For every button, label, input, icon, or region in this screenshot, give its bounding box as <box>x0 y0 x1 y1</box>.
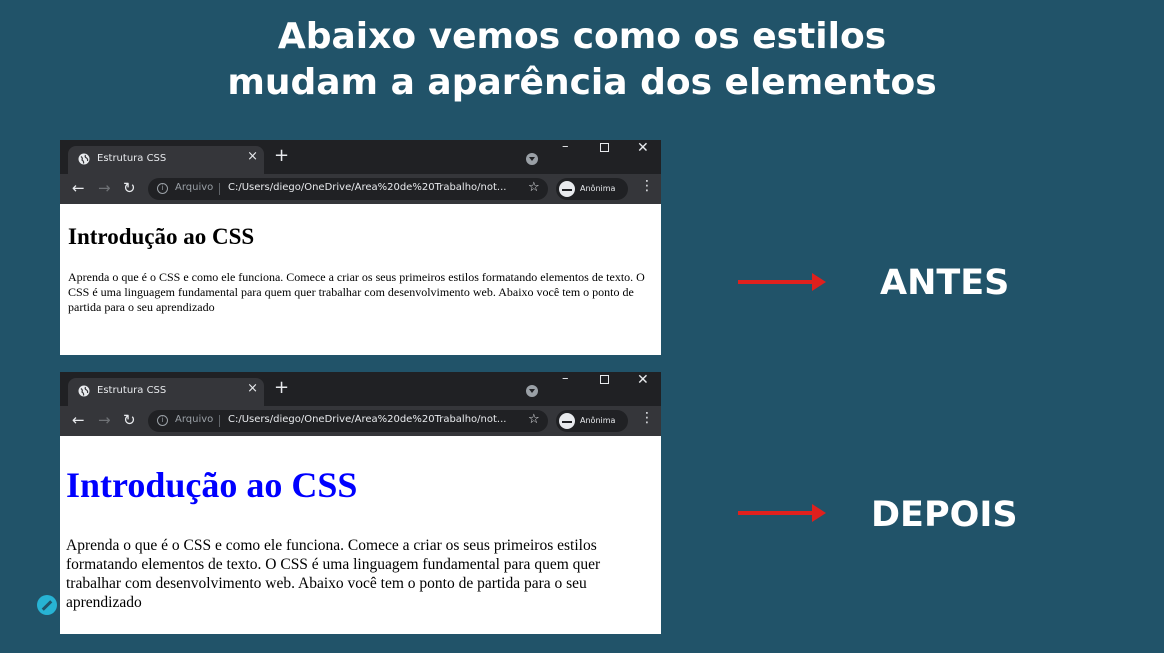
tab-estrutura-css[interactable]: Estrutura CSS × <box>68 378 264 406</box>
browser-window-before: Estrutura CSS × + – ✕ ← → ↻ Arquivo C:/U… <box>60 140 661 355</box>
address-bar[interactable]: Arquivo C:/Users/diego/OneDrive/Área%20d… <box>148 410 548 432</box>
tab-close-icon[interactable]: × <box>247 149 258 164</box>
incognito-icon <box>559 181 575 197</box>
address-separator <box>219 183 220 195</box>
tab-estrutura-css[interactable]: Estrutura CSS × <box>68 146 264 174</box>
back-button[interactable]: ← <box>72 180 85 196</box>
url-text[interactable]: C:/Users/diego/OneDrive/Área%20de%20Trab… <box>228 414 518 425</box>
incognito-label: Anônima <box>580 184 616 193</box>
globe-icon <box>78 153 90 165</box>
browser-toolbar: ← → ↻ Arquivo C:/Users/diego/OneDrive/Ár… <box>60 174 661 204</box>
maximize-button[interactable] <box>600 375 609 384</box>
browser-toolbar: ← → ↻ Arquivo C:/Users/diego/OneDrive/Ár… <box>60 406 661 436</box>
incognito-icon <box>559 413 575 429</box>
arrow-right-icon <box>738 272 828 292</box>
reload-button[interactable]: ↻ <box>123 412 136 428</box>
globe-icon <box>78 385 90 397</box>
page-heading: Introdução ao CSS <box>68 224 255 249</box>
tab-title: Estrutura CSS <box>97 153 167 164</box>
scheme-label: Arquivo <box>175 182 214 193</box>
tab-search-icon[interactable] <box>526 385 538 397</box>
tab-bar: Estrutura CSS × + – ✕ <box>60 372 661 406</box>
browser-window-after: Estrutura CSS × + – ✕ ← → ↻ Arquivo C:/U… <box>60 372 661 634</box>
info-icon[interactable] <box>157 415 168 426</box>
menu-icon[interactable]: ⋮ <box>640 411 654 425</box>
arrow-shaft <box>738 280 814 284</box>
url-text[interactable]: C:/Users/diego/OneDrive/Área%20de%20Trab… <box>228 182 518 193</box>
tab-bar: Estrutura CSS × + – ✕ <box>60 140 661 174</box>
minimize-button[interactable]: – <box>562 372 569 386</box>
forward-button[interactable]: → <box>98 180 111 196</box>
menu-icon[interactable]: ⋮ <box>640 179 654 193</box>
address-bar[interactable]: Arquivo C:/Users/diego/OneDrive/Área%20d… <box>148 178 548 200</box>
page-content-after: Introdução ao CSS Aprenda o que é o CSS … <box>60 436 661 634</box>
scheme-label: Arquivo <box>175 414 214 425</box>
forward-button[interactable]: → <box>98 412 111 428</box>
tab-close-icon[interactable]: × <box>247 381 258 396</box>
page-paragraph: Aprenda o que é o CSS e como ele funcion… <box>66 537 601 611</box>
incognito-badge[interactable]: Anônima <box>556 178 628 200</box>
back-button[interactable]: ← <box>72 412 85 428</box>
arrow-head <box>812 504 826 522</box>
page-heading: Introdução ao CSS <box>66 465 358 505</box>
page-paragraph: Aprenda o que é o CSS e como ele funcion… <box>68 270 645 314</box>
arrow-shaft <box>738 511 814 515</box>
tab-search-icon[interactable] <box>526 153 538 165</box>
new-tab-button[interactable]: + <box>274 379 289 397</box>
reload-button[interactable]: ↻ <box>123 180 136 196</box>
slide-title-line-2: mudam a aparência dos elementos <box>227 62 937 103</box>
star-icon[interactable]: ☆ <box>528 180 540 195</box>
close-window-button[interactable]: ✕ <box>637 140 649 156</box>
star-icon[interactable]: ☆ <box>528 412 540 427</box>
label-depois: DEPOIS <box>871 495 1018 535</box>
arrow-right-icon <box>738 503 828 523</box>
new-tab-button[interactable]: + <box>274 147 289 165</box>
tab-title: Estrutura CSS <box>97 385 167 396</box>
brand-logo-icon <box>37 595 57 615</box>
minimize-button[interactable]: – <box>562 140 569 154</box>
page-content-before: Introdução ao CSS Aprenda o que é o CSS … <box>60 204 661 355</box>
address-separator <box>219 415 220 427</box>
slide-title-line-1: Abaixo vemos como os estilos <box>277 16 887 57</box>
close-window-button[interactable]: ✕ <box>637 372 649 388</box>
incognito-label: Anônima <box>580 416 616 425</box>
maximize-button[interactable] <box>600 143 609 152</box>
slide-title: Abaixo vemos como os estilos mudam a apa… <box>0 14 1164 106</box>
arrow-head <box>812 273 826 291</box>
info-icon[interactable] <box>157 183 168 194</box>
incognito-badge[interactable]: Anônima <box>556 410 628 432</box>
label-antes: ANTES <box>880 263 1010 303</box>
